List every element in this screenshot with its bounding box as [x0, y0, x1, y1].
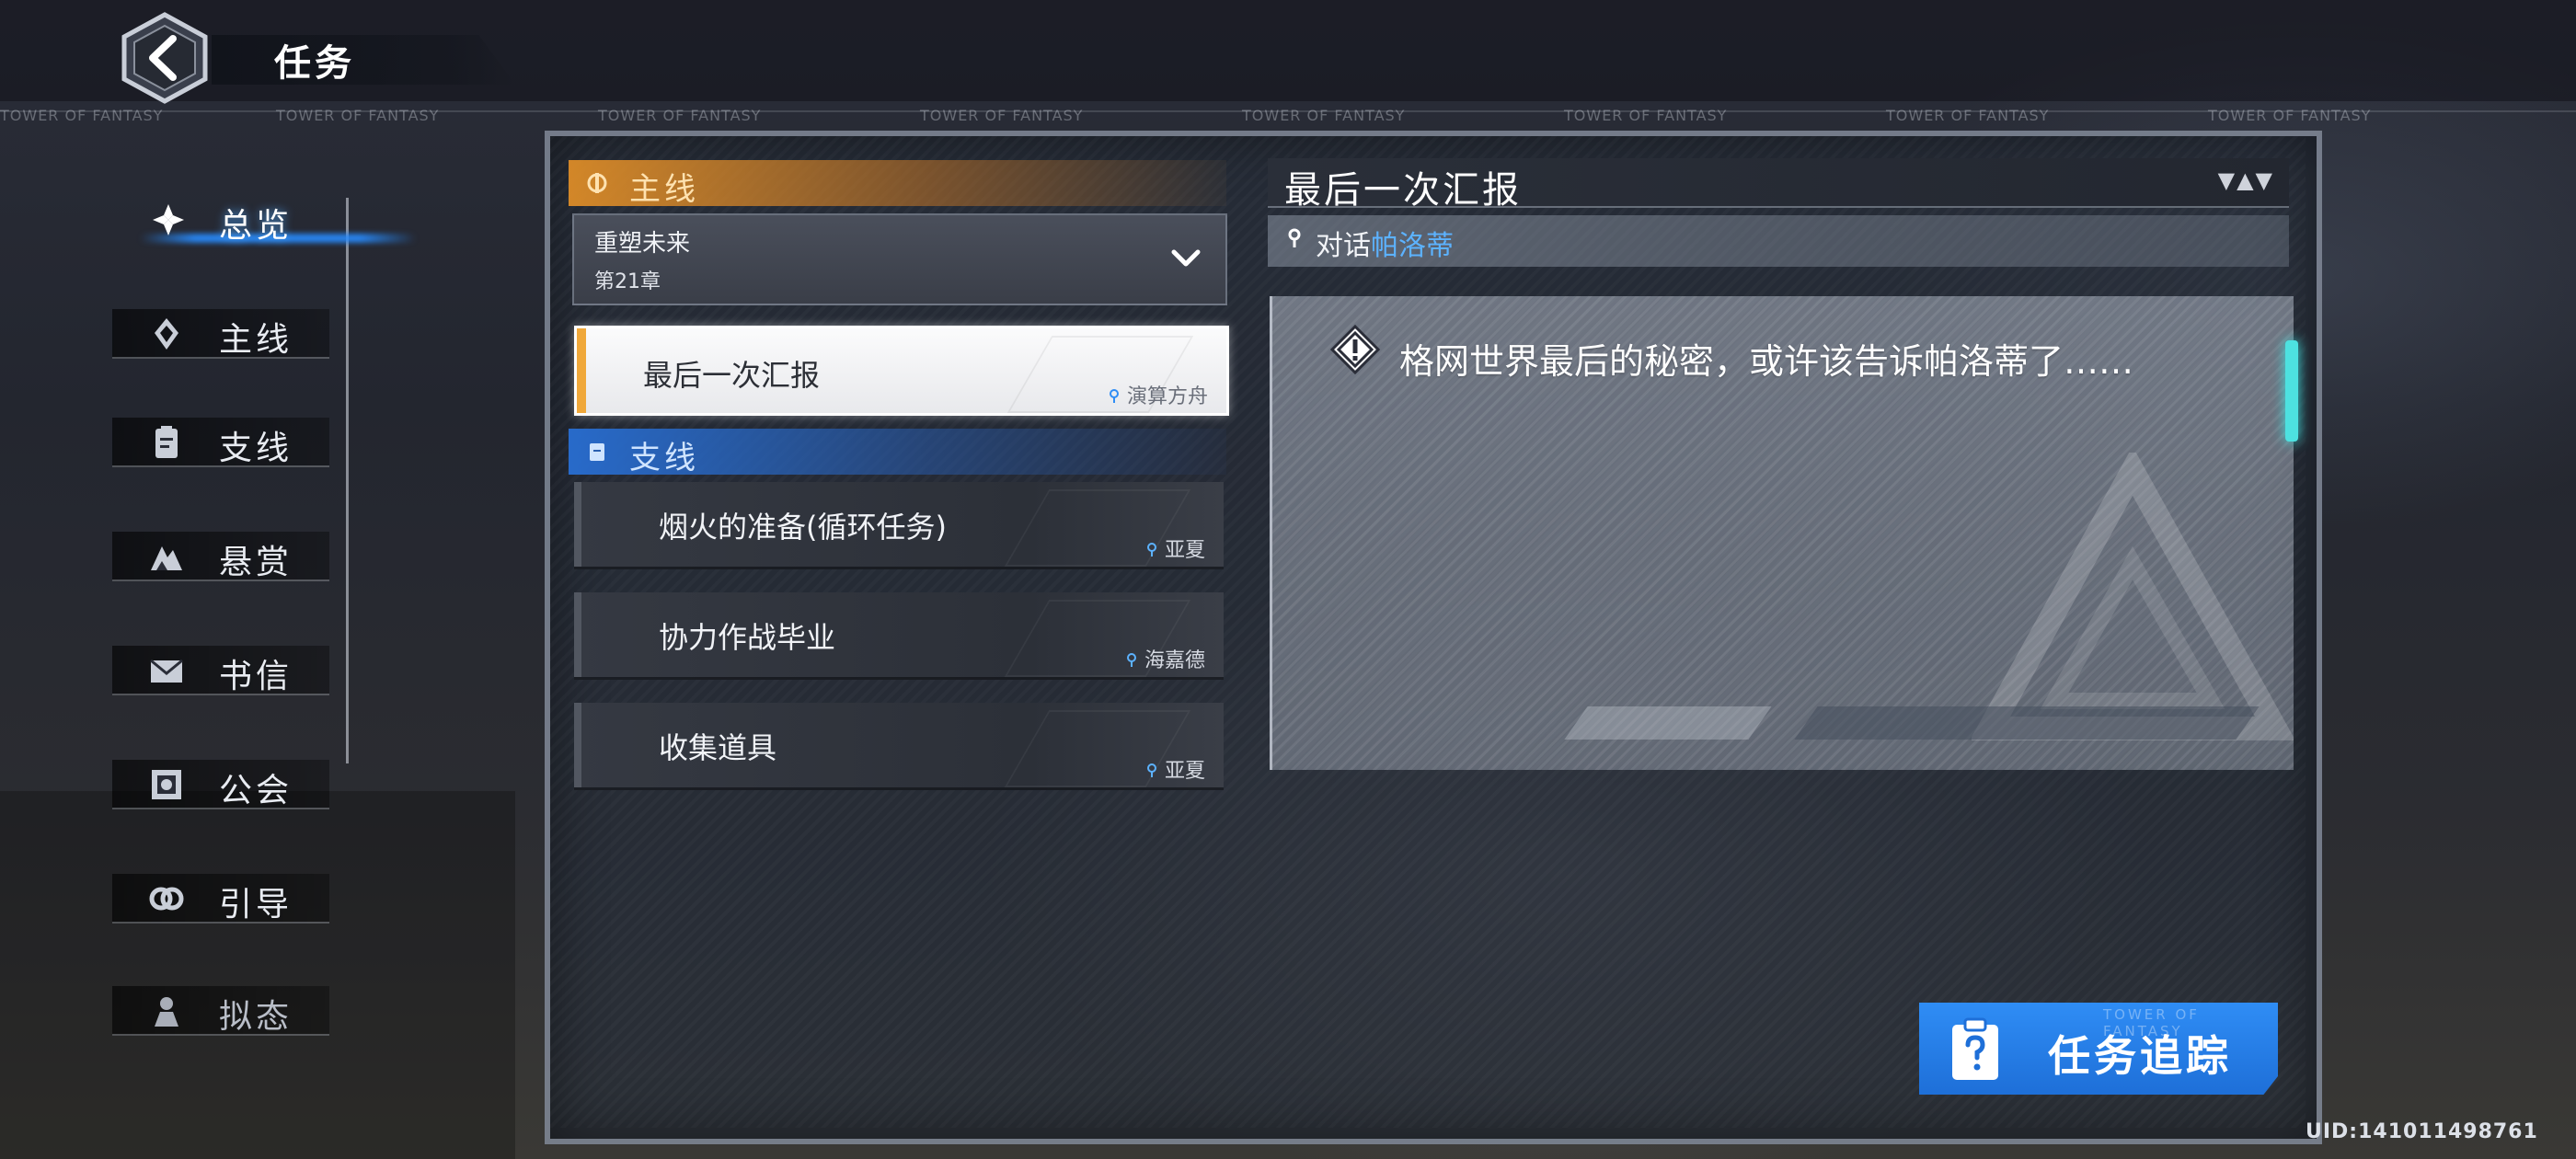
sort-arrows-icon[interactable]: ▼▲▼	[2218, 167, 2274, 193]
location-pin-icon	[1146, 543, 1156, 557]
location-pin-icon	[1288, 228, 1301, 247]
nav-item-guide[interactable]: 引导	[112, 868, 333, 924]
decoration-stripe	[1794, 706, 2260, 740]
quest-detail-title-bar: 最后一次汇报 ▼▲▼	[1268, 158, 2289, 212]
quest-item[interactable]: 收集道具 亚夏	[574, 703, 1224, 790]
location-pin-icon	[1146, 763, 1156, 777]
quest-location-text: 海嘉德	[1144, 649, 1205, 672]
nav-item-bounty[interactable]: 悬赏	[112, 526, 333, 581]
nav-item-side[interactable]: 支线	[112, 412, 333, 467]
quest-location-text: 亚夏	[1164, 760, 1205, 783]
track-button-label: 任务追踪	[2048, 1031, 2232, 1081]
quest-name: 收集道具	[659, 730, 777, 765]
warning-diamond-icon	[1329, 324, 1381, 375]
main-quest-icon	[155, 318, 178, 350]
guide-icon	[149, 887, 184, 911]
quest-description: 格网世界最后的秘密，或许该告诉帕洛蒂了……	[1399, 341, 2134, 382]
location-pin-icon	[1126, 653, 1136, 667]
chapter-name: 重塑未来	[594, 230, 691, 258]
quest-location-text: 演算方舟	[1126, 385, 1208, 408]
bounty-icon	[151, 546, 182, 570]
quest-location-text: 亚夏	[1164, 539, 1205, 562]
main-quest-header-label: 主线	[629, 171, 699, 208]
nav-label: 公会	[219, 772, 293, 809]
nav-label: 引导	[219, 886, 293, 924]
nav-item-simulacra[interactable]: 拟态	[112, 981, 333, 1036]
nav-item-overview[interactable]: 总览	[112, 189, 416, 245]
overview-icon	[153, 204, 184, 235]
mail-icon	[150, 659, 183, 683]
quest-name: 最后一次汇报	[643, 358, 821, 393]
side-quest-header-label: 支线	[629, 440, 699, 476]
main-quest-section-icon	[587, 173, 607, 193]
side-quest-section-icon	[590, 443, 604, 461]
decoration-stripe	[1564, 706, 1772, 740]
user-id: UID:141011498761	[2306, 1120, 2538, 1143]
quest-objective: 对话帕洛蒂	[1268, 215, 2289, 267]
chevron-left-icon	[121, 12, 208, 104]
quest-item[interactable]: 协力作战毕业 海嘉德	[574, 592, 1224, 680]
quest-accent-bar	[574, 592, 581, 677]
page-title: 任务	[274, 42, 355, 85]
watermark-text: TOWER OF FANTASY	[276, 107, 440, 124]
main-quest-header: 主线	[569, 160, 1226, 208]
quest-item[interactable]: 烟火的准备(循环任务) 亚夏	[574, 482, 1224, 569]
triangle-emblem-decoration	[1972, 453, 2294, 740]
nav-label: 主线	[219, 321, 293, 359]
quest-name: 协力作战毕业	[659, 620, 836, 655]
scroll-indicator[interactable]	[2285, 340, 2298, 442]
chapter-dropdown[interactable]: 重塑未来 第21章	[572, 213, 1227, 305]
nav-label: 悬赏	[219, 544, 293, 581]
location-pin-icon	[1109, 389, 1119, 403]
nav-label: 拟态	[219, 998, 293, 1036]
watermark-text: TOWER OF FANTASY	[0, 107, 164, 124]
nav-item-main[interactable]: 主线	[112, 304, 333, 359]
watermark-text: TOWER OF FANTASY	[1886, 107, 2050, 124]
guild-icon	[152, 770, 181, 799]
quest-location: 亚夏	[1146, 534, 1205, 563]
nav-label: 书信	[219, 658, 293, 695]
quest-accent-bar	[574, 703, 581, 787]
quest-track-button[interactable]: TOWER OF FANTASY 任务追踪	[1919, 1003, 2278, 1095]
watermark-text: TOWER OF FANTASY	[598, 107, 762, 124]
background-shadow	[0, 791, 515, 1159]
nav-label: 总览	[219, 207, 293, 245]
nav-item-mail[interactable]: 书信	[112, 640, 333, 695]
header-bar	[212, 35, 515, 85]
back-button[interactable]	[118, 11, 212, 105]
quest-accent-bar	[577, 328, 586, 413]
nav-divider	[346, 198, 349, 763]
simulacra-icon	[155, 997, 178, 1027]
quest-accent-bar	[574, 482, 581, 567]
quest-location: 海嘉德	[1126, 644, 1205, 673]
objective-text: 对话帕洛蒂	[1316, 223, 1454, 263]
quest-location: 亚夏	[1146, 754, 1205, 784]
chapter-number: 第21章	[594, 270, 661, 293]
quest-description-panel: 格网世界最后的秘密，或许该告诉帕洛蒂了……	[1270, 296, 2294, 770]
nav-label: 支线	[219, 430, 293, 467]
quest-item-selected[interactable]: 最后一次汇报 演算方舟	[574, 326, 1229, 416]
watermark-text: TOWER OF FANTASY	[920, 107, 1084, 124]
clipboard-question-icon	[1952, 1017, 1998, 1080]
watermark-text: TOWER OF FANTASY	[2208, 107, 2372, 124]
side-quest-header: 支线	[569, 429, 1226, 476]
watermark-text: TOWER OF FANTASY	[1242, 107, 1406, 124]
quest-location: 演算方舟	[1109, 380, 1208, 409]
side-quest-icon	[155, 426, 178, 458]
chevron-down-icon	[1171, 249, 1201, 267]
nav-item-guild[interactable]: 公会	[112, 754, 333, 809]
objective-npc: 帕洛蒂	[1371, 230, 1454, 262]
quest-name: 烟火的准备(循环任务)	[659, 510, 947, 545]
objective-prefix: 对话	[1316, 230, 1371, 262]
quest-detail-title: 最后一次汇报	[1284, 169, 1522, 212]
watermark-text: TOWER OF FANTASY	[1564, 107, 1728, 124]
